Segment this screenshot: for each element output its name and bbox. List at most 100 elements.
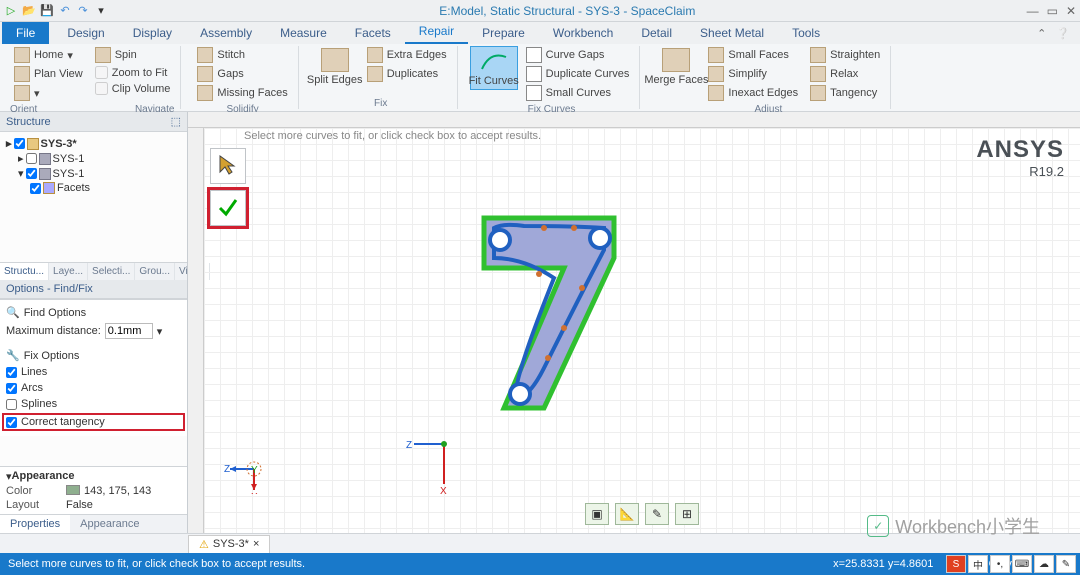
merge-faces-button[interactable]: Merge Faces	[652, 46, 700, 88]
doc-tab[interactable]: ⚠SYS-3*×	[188, 535, 270, 553]
select-tool-button[interactable]	[210, 148, 246, 184]
missing-faces-button[interactable]: Missing Faces	[193, 84, 291, 102]
close-icon[interactable]: ✕	[1066, 4, 1076, 18]
tray-settings-icon[interactable]: ✎	[1056, 555, 1076, 573]
tray-ime-icon[interactable]: S	[946, 555, 966, 573]
arcs-checkbox-row[interactable]: Arcs	[4, 380, 183, 396]
color-row[interactable]: Color143, 175, 143	[2, 484, 185, 498]
tab-facets[interactable]: Facets	[341, 22, 405, 44]
splines-checkbox-row[interactable]: Splines	[4, 396, 183, 412]
options-panel: 🔍 Find Options Maximum distance: ▾ 🔧 Fix…	[0, 299, 187, 436]
maximize-icon[interactable]: ▭	[1047, 4, 1058, 18]
tab-detail[interactable]: Detail	[627, 22, 686, 44]
tray-cloud-icon[interactable]: ☁	[1034, 555, 1054, 573]
status-bar: Select more curves to fit, or click chec…	[0, 553, 1080, 575]
small-faces-button[interactable]: Small Faces	[704, 46, 802, 64]
correct-tangency-row[interactable]: Correct tangency	[2, 413, 185, 431]
save-icon[interactable]: 💾	[40, 4, 54, 18]
tab-structure[interactable]: Structu...	[0, 263, 49, 280]
view-ruler-icon[interactable]: 📐	[615, 503, 639, 525]
lines-checkbox-row[interactable]: Lines	[4, 364, 183, 380]
tangency-button[interactable]: Tangency	[806, 84, 884, 102]
orient-dropdown[interactable]: ▾	[10, 84, 87, 102]
open-icon[interactable]: 📂	[22, 4, 36, 18]
simplify-button[interactable]: Simplify	[704, 65, 802, 83]
structure-tabs: Structu... Laye... Selecti... Grou... Vi…	[0, 262, 187, 280]
help-icon[interactable]: ❔	[1056, 27, 1070, 40]
find-options-row[interactable]: 🔍 Find Options	[4, 304, 183, 321]
small-curves-button[interactable]: Small Curves	[522, 84, 634, 102]
tray-lang-icon[interactable]: 中	[968, 555, 988, 573]
svg-text:X: X	[251, 492, 258, 494]
brand-name: ANSYS	[976, 136, 1064, 164]
view-cube-icon[interactable]: ▣	[585, 503, 609, 525]
tab-selection[interactable]: Selecti...	[88, 263, 135, 280]
tab-groups[interactable]: Grou...	[135, 263, 175, 280]
split-icon	[321, 48, 349, 72]
straighten-button[interactable]: Straighten	[806, 46, 884, 64]
view-pen-icon[interactable]: ✎	[645, 503, 669, 525]
options-header: Options - Find/Fix	[0, 280, 187, 299]
split-edges-button[interactable]: Split Edges	[311, 46, 359, 88]
gaps-button[interactable]: Gaps	[193, 65, 291, 83]
tree-item[interactable]: ▾SYS-1	[4, 166, 183, 181]
view-triad[interactable]: Z X Y	[224, 444, 284, 497]
spin-button[interactable]: Spin	[91, 46, 175, 64]
structure-close-icon[interactable]: ⬚	[171, 115, 181, 128]
tab-layers[interactable]: Laye...	[49, 263, 88, 280]
redo-icon[interactable]: ↷	[76, 4, 90, 18]
tab-properties[interactable]: Properties	[0, 515, 70, 533]
tab-appearance[interactable]: Appearance	[70, 515, 149, 533]
model-geometry[interactable]	[444, 188, 704, 448]
tray-punct-icon[interactable]: •,	[990, 555, 1010, 573]
fix-options-row[interactable]: 🔧 Fix Options	[4, 347, 183, 364]
qat-dropdown-icon[interactable]: ▾	[94, 4, 108, 18]
system-tray: S 中 •, ⌨ ☁ ✎	[946, 555, 1076, 573]
tab-display[interactable]: Display	[119, 22, 186, 44]
tab-workbench[interactable]: Workbench	[539, 22, 627, 44]
tab-repair[interactable]: Repair	[405, 20, 468, 44]
watermark: ✓ Workbench小学生	[867, 513, 1040, 539]
properties-tabs: Properties Appearance	[0, 514, 187, 533]
tree-root[interactable]: ▸SYS-3*	[4, 136, 183, 151]
tab-file[interactable]: File	[2, 22, 49, 44]
accept-button[interactable]	[210, 190, 246, 226]
home-button[interactable]: Home ▾	[10, 46, 87, 64]
doc-tab-close-icon[interactable]: ×	[253, 538, 259, 550]
missing-icon	[197, 85, 213, 101]
plan-view-button[interactable]: Plan View	[10, 65, 87, 83]
layout-row[interactable]: LayoutFalse	[2, 498, 185, 512]
tab-sheetmetal[interactable]: Sheet Metal	[686, 22, 778, 44]
ribbon-collapse-icon[interactable]: ⌃	[1037, 27, 1046, 40]
tangency-icon	[810, 85, 826, 101]
inexact-edges-button[interactable]: Inexact Edges	[704, 84, 802, 102]
run-icon[interactable]: ▷	[4, 4, 18, 18]
curve-gaps-button[interactable]: Curve Gaps	[522, 46, 634, 64]
stitch-button[interactable]: Stitch	[193, 46, 291, 64]
tab-tools[interactable]: Tools	[778, 22, 834, 44]
tree-item[interactable]: ▸SYS-1	[4, 151, 183, 166]
extra-edges-button[interactable]: Extra Edges	[363, 46, 451, 64]
viewport[interactable]: Select more curves to fit, or click chec…	[204, 128, 1080, 533]
window-title: E:Model, Static Structural - SYS-3 - Spa…	[108, 4, 1027, 18]
tree-item[interactable]: Facets	[4, 181, 183, 195]
color-swatch	[66, 485, 80, 495]
structure-tree[interactable]: ▸SYS-3* ▸SYS-1 ▾SYS-1 Facets	[0, 132, 187, 262]
ribbon-help: ⌃ ❔	[1027, 23, 1080, 44]
tab-design[interactable]: Design	[53, 22, 118, 44]
minimize-icon[interactable]: —	[1027, 4, 1039, 18]
fit-curves-button[interactable]: Fit Curves	[470, 46, 518, 90]
tab-measure[interactable]: Measure	[266, 22, 341, 44]
relax-button[interactable]: Relax	[806, 65, 884, 83]
ribbon-group-solidify: Stitch Gaps Missing Faces Solidify	[187, 46, 298, 109]
tab-prepare[interactable]: Prepare	[468, 22, 539, 44]
view-grid-icon[interactable]: ⊞	[675, 503, 699, 525]
title-bar: ▷ 📂 💾 ↶ ↷ ▾ E:Model, Static Structural -…	[0, 0, 1080, 22]
tab-assembly[interactable]: Assembly	[186, 22, 266, 44]
undo-icon[interactable]: ↶	[58, 4, 72, 18]
duplicate-curves-button[interactable]: Duplicate Curves	[522, 65, 634, 83]
duplicates-button[interactable]: Duplicates	[363, 65, 451, 83]
appearance-header[interactable]: ▾ Appearance	[2, 469, 185, 484]
max-distance-input[interactable]	[105, 323, 153, 339]
tray-kbd-icon[interactable]: ⌨	[1012, 555, 1032, 573]
